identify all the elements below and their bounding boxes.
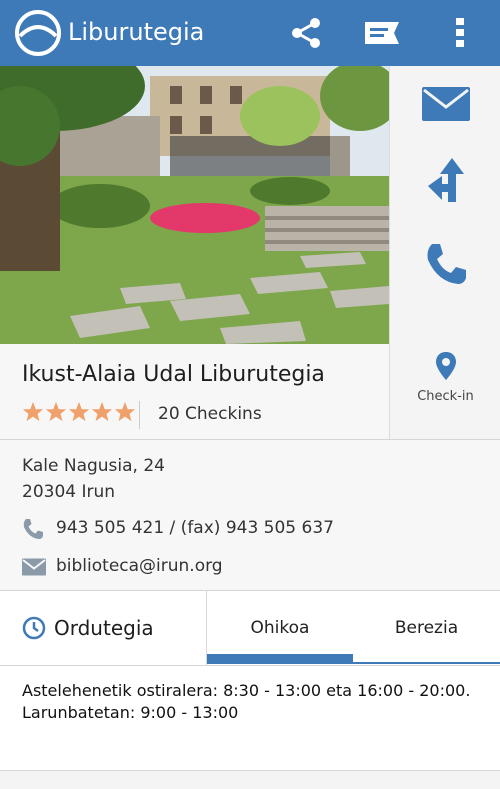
- more-vert-icon[interactable]: [438, 12, 482, 54]
- hours-saturday: Larunbatetan: 9:00 - 13:00: [22, 703, 239, 722]
- clock-icon: [22, 616, 46, 644]
- app-title: Liburutegia: [68, 18, 205, 46]
- logo-icon[interactable]: [14, 10, 62, 56]
- directions-icon: [426, 156, 466, 208]
- email-address[interactable]: biblioteca@irun.org: [56, 556, 223, 576]
- phone-small-icon: [22, 518, 46, 540]
- rating-stars: [22, 401, 136, 423]
- place-photo: [0, 66, 389, 344]
- phone-numbers[interactable]: 943 505 421 / (fax) 943 505 637: [56, 518, 334, 538]
- email-small-icon: [22, 558, 46, 580]
- contact-info: Kale Nagusia, 24 20304 Irun 943 505 421 …: [0, 440, 500, 590]
- address-city: 20304 Irun: [22, 482, 116, 502]
- star-icon: [22, 401, 44, 422]
- star-icon: [45, 401, 67, 422]
- checkin-button[interactable]: Check-in: [390, 351, 500, 404]
- location-pin-icon: [435, 352, 457, 385]
- rating-divider: [139, 401, 140, 429]
- message-icon[interactable]: [360, 12, 404, 54]
- bottom-strip: [0, 770, 500, 789]
- star-icon: [68, 401, 90, 422]
- action-sidebar: Check-in: [389, 66, 500, 439]
- checkin-label: Check-in: [417, 389, 474, 404]
- star-icon: [114, 401, 136, 422]
- star-icon: [91, 401, 113, 422]
- directions-button[interactable]: [390, 142, 500, 222]
- phone-button[interactable]: [390, 226, 500, 306]
- hours-weekdays: Astelehenetik ostiralera: 8:30 - 13:00 e…: [22, 681, 471, 700]
- schedule-header: Ordutegia: [0, 591, 207, 665]
- app-bar: Liburutegia: [0, 0, 500, 66]
- tabs-baseline: [207, 662, 500, 664]
- active-tab-indicator: [207, 654, 353, 662]
- schedule-title: Ordutegia: [54, 616, 154, 640]
- place-header: Ikust-Alaia Udal Liburutegia 20 Checkins: [0, 344, 389, 439]
- mail-icon: [421, 87, 470, 125]
- address-street: Kale Nagusia, 24: [22, 456, 165, 476]
- schedule-tabs: Ordutegia Ohikoa Berezia: [0, 591, 500, 665]
- mail-button[interactable]: [390, 66, 500, 146]
- share-icon[interactable]: [284, 12, 328, 54]
- checkins-count: 20 Checkins: [158, 404, 262, 424]
- phone-icon: [424, 242, 468, 290]
- tab-berezia[interactable]: Berezia: [353, 591, 500, 665]
- place-name: Ikust-Alaia Udal Liburutegia: [22, 362, 325, 387]
- schedule-content: Astelehenetik ostiralera: 8:30 - 13:00 e…: [0, 666, 500, 770]
